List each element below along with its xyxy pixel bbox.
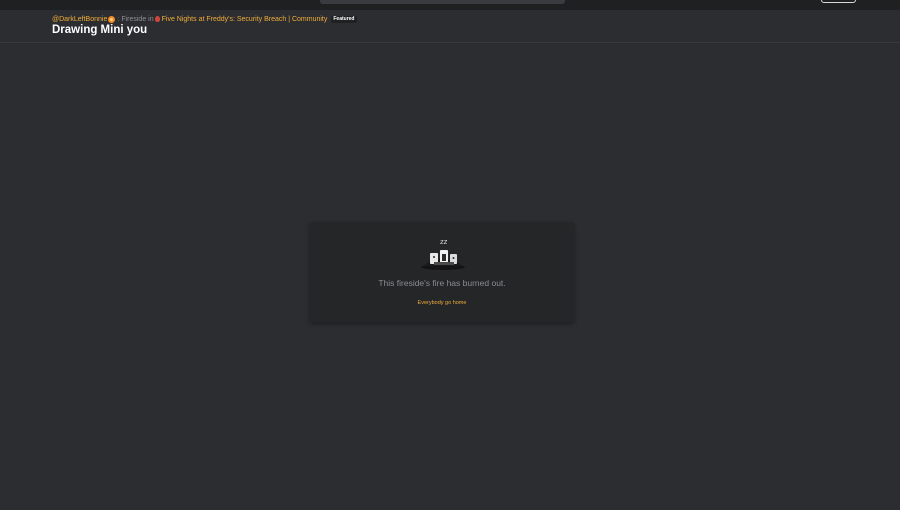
featured-badge: Featured [331, 15, 357, 23]
go-home-link[interactable]: Everybody go home [310, 299, 574, 307]
avatar-emoji-icon [108, 15, 116, 23]
page-title: Drawing Mini you [52, 24, 148, 36]
sleep-z-text: zz [440, 238, 448, 246]
fireside-status-card: zz This fireside's fire has burned out. … [310, 222, 574, 322]
sleeping-campfire-icon: zz [421, 238, 465, 270]
page-header: @DarkLeftBonnie : Fireside in Five Night… [0, 10, 900, 43]
top-navigation-bar [0, 0, 900, 10]
search-input[interactable] [320, 0, 565, 4]
community-link[interactable]: Five Nights at Freddy's: Security Breach… [162, 15, 328, 24]
burned-out-message: This fireside's fire has burned out. [378, 278, 506, 288]
community-icon [154, 16, 160, 22]
account-button[interactable] [821, 0, 856, 3]
